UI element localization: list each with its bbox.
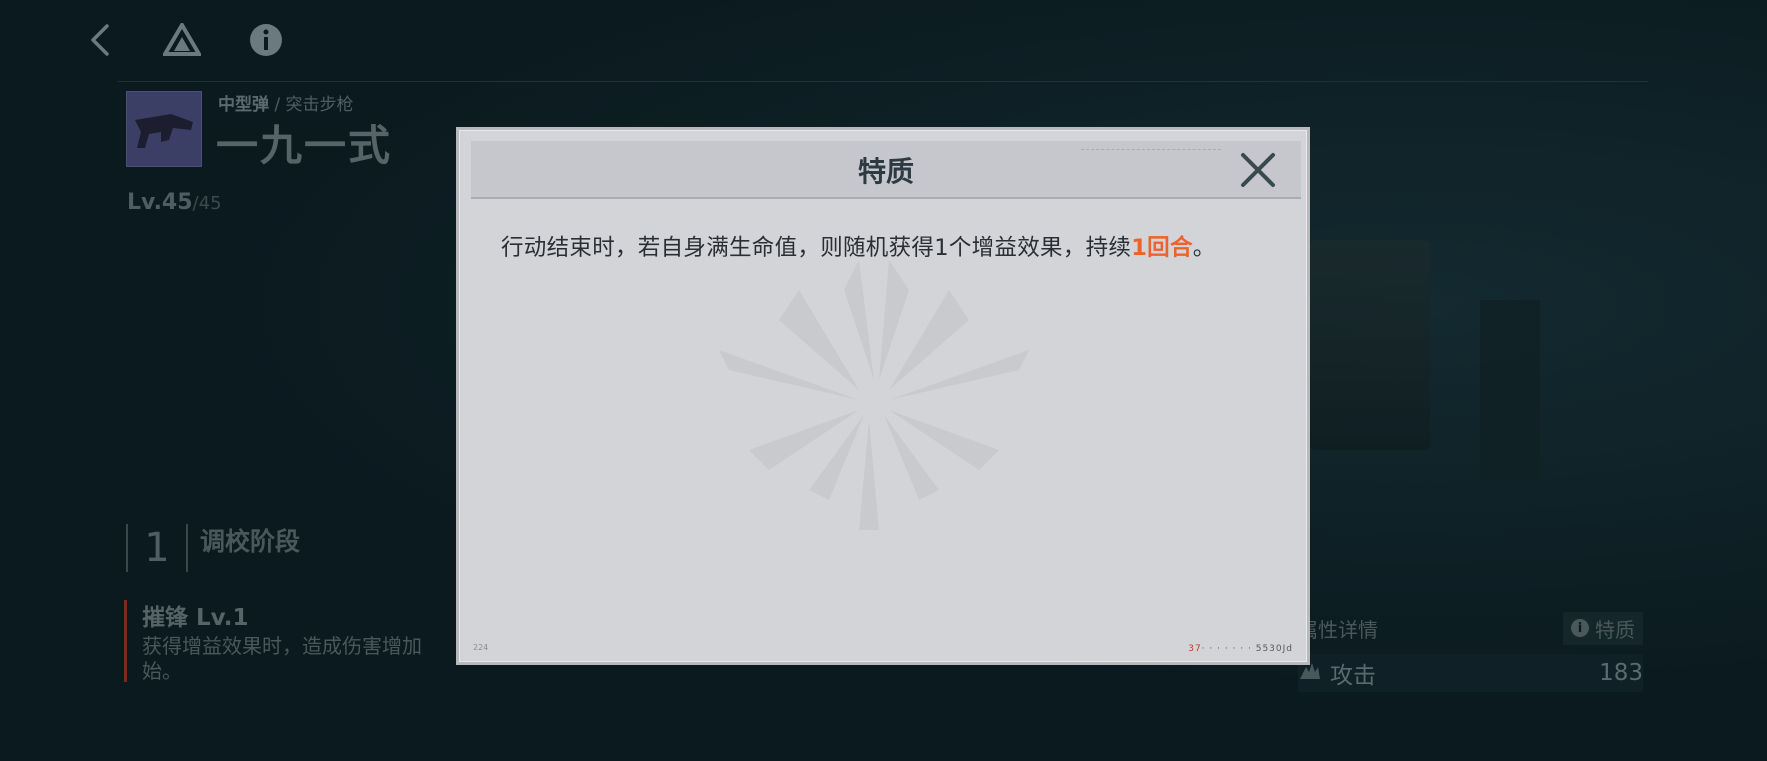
attribute-value: 183 bbox=[1599, 660, 1643, 686]
emblem-watermark-icon bbox=[719, 260, 1029, 530]
stage-number: 1 bbox=[126, 524, 188, 572]
close-icon[interactable] bbox=[1235, 147, 1281, 193]
info-icon[interactable] bbox=[246, 20, 286, 60]
skill-description: 获得增益效果时，造成伤害增加 始。 bbox=[142, 634, 422, 683]
trait-button[interactable]: i 特质 bbox=[1563, 611, 1643, 645]
attribute-header: 属性详情 i 特质 bbox=[1298, 611, 1643, 645]
trait-description: 行动结束时，若自身满生命值，则随机获得1个增益效果，持续1回合。 bbox=[501, 235, 1216, 261]
trait-modal: 特质 行动结束时，若自身满生命值，则随机获得1个增益效果，持续1回合。 224 … bbox=[456, 127, 1310, 665]
attribute-name: 攻击 bbox=[1330, 663, 1376, 689]
scene-art bbox=[1310, 240, 1430, 450]
triangle-rank-icon[interactable] bbox=[162, 20, 202, 60]
trait-duration-highlight: 1回合 bbox=[1131, 235, 1193, 261]
attribute-row: 攻击 183 bbox=[1298, 654, 1643, 692]
weapon-level: Lv.45/45 bbox=[127, 190, 222, 215]
attribute-header-label: 属性详情 bbox=[1298, 617, 1378, 642]
header-divider bbox=[118, 81, 1648, 82]
top-bar bbox=[0, 0, 1767, 80]
stage-label: 调校阶段 bbox=[200, 527, 301, 556]
info-icon: i bbox=[1571, 619, 1589, 637]
scene-art-shadow bbox=[1480, 300, 1540, 480]
skill-title: 摧锋 Lv.1 bbox=[142, 605, 249, 631]
weapon-name: 一九一式 bbox=[216, 121, 393, 170]
modal-footer-code: 224 bbox=[473, 643, 489, 652]
skill-accent-bar bbox=[124, 600, 127, 682]
back-arrow-icon[interactable] bbox=[80, 20, 120, 60]
modal-title: 特质 bbox=[857, 155, 914, 188]
modal-footer-serial: 37· · · · · · · 5530Jd bbox=[1188, 644, 1293, 654]
modal-header: 特质 bbox=[471, 141, 1301, 199]
weapon-thumbnail bbox=[126, 91, 202, 167]
